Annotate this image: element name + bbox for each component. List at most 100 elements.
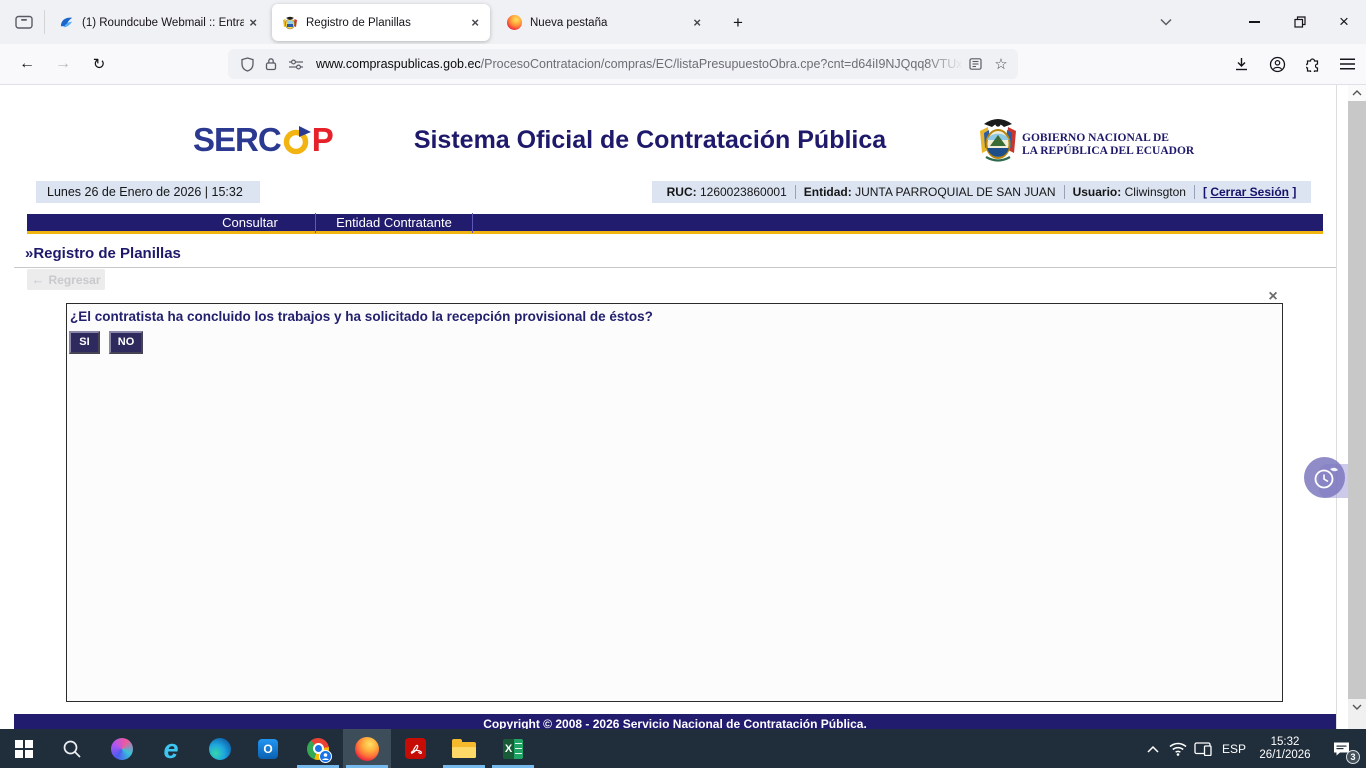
firefox-view-icon xyxy=(15,14,33,30)
menu-button[interactable] xyxy=(1332,49,1362,79)
taskbar-internet-explorer-button[interactable]: e xyxy=(147,729,195,768)
extension-clock-widget[interactable] xyxy=(1304,457,1345,498)
account-button[interactable] xyxy=(1262,49,1292,79)
tab-title: (1) Roundcube Webmail :: Entra xyxy=(82,17,244,29)
internet-explorer-icon: e xyxy=(163,738,178,760)
puzzle-piece-icon xyxy=(1306,57,1321,72)
screen: (1) Roundcube Webmail :: Entra × Registr… xyxy=(0,0,1366,768)
excel-icon: X xyxy=(503,739,523,759)
file-explorer-icon xyxy=(452,740,476,758)
scroll-up-icon xyxy=(1352,90,1362,96)
wifi-icon xyxy=(1168,741,1188,756)
page-scrollbar[interactable] xyxy=(1348,85,1366,729)
taskbar-file-explorer-button[interactable] xyxy=(440,729,488,768)
tab-bar-separator xyxy=(44,10,45,34)
datetime-text: Lunes 26 de Enero de 2026 | 15:32 xyxy=(47,185,243,199)
tab-close-icon[interactable]: × xyxy=(244,15,262,30)
scroll-down-button[interactable] xyxy=(1348,699,1366,715)
scroll-up-button[interactable] xyxy=(1348,85,1366,101)
browser-tab-bar: (1) Roundcube Webmail :: Entra × Registr… xyxy=(0,0,1366,44)
ruc-value: 1260023860001 xyxy=(700,185,787,199)
windows-logo-icon xyxy=(15,740,33,758)
government-logo-text: GOBIERNO NACIONAL DE LA REPÚBLICA DEL EC… xyxy=(1022,132,1194,158)
tray-wifi[interactable] xyxy=(1166,729,1190,768)
reader-view-icon[interactable] xyxy=(964,49,986,79)
nav-item-entidad-contratante[interactable]: Entidad Contratante xyxy=(315,213,473,233)
session-bar: RUC: 1260023860001 Entidad: JUNTA PARROQ… xyxy=(652,181,1311,203)
regresar-label: Regresar xyxy=(48,273,100,287)
page-title: Sistema Oficial de Contratación Pública xyxy=(320,126,980,155)
windows-taskbar: e O X xyxy=(0,729,1366,768)
permissions-icon[interactable] xyxy=(284,49,308,79)
tray-notifications[interactable]: 3 xyxy=(1320,729,1362,768)
left-arrow-icon: ← xyxy=(31,272,44,287)
tab-nueva-pestana[interactable]: Nueva pestaña × xyxy=(496,4,712,41)
yes-button[interactable]: SI xyxy=(69,331,100,354)
url-path: /ProcesoContratacion/compras/EC/listaPre… xyxy=(481,57,973,71)
scroll-down-icon xyxy=(1352,704,1362,710)
account-icon xyxy=(1269,56,1286,73)
tab-roundcube-webmail[interactable]: (1) Roundcube Webmail :: Entra × xyxy=(48,4,268,41)
chrome-icon xyxy=(307,738,329,760)
firefox-view-button[interactable] xyxy=(8,7,40,37)
reload-button[interactable]: ↻ xyxy=(84,49,114,79)
nav-item-consultar[interactable]: Consultar xyxy=(185,213,315,233)
url-bar[interactable]: www.compraspublicas.gob.ec/ProcesoContra… xyxy=(228,49,1018,79)
taskbar-copilot-button[interactable] xyxy=(98,729,146,768)
notification-count-badge: 3 xyxy=(1346,750,1360,764)
close-icon: × xyxy=(1339,12,1349,32)
sercop-logo-o-icon xyxy=(282,126,311,156)
tray-show-hidden-icons[interactable] xyxy=(1142,729,1164,768)
ruc-label: RUC: xyxy=(667,185,697,199)
url-text[interactable]: www.compraspublicas.gob.ec/ProcesoContra… xyxy=(316,49,976,79)
forward-button[interactable]: → xyxy=(48,49,78,79)
shield-icon[interactable] xyxy=(236,49,258,79)
back-regresar-button[interactable]: ← Regresar xyxy=(27,269,105,290)
tab-registro-planillas[interactable]: Registro de Planillas × xyxy=(272,4,490,41)
window-close-button[interactable]: × xyxy=(1322,0,1366,44)
tab-title: Registro de Planillas xyxy=(306,17,466,29)
start-button[interactable] xyxy=(0,729,48,768)
list-all-tabs-button[interactable] xyxy=(1148,0,1184,44)
question-dialog: ¿El contratista ha concluido los trabajo… xyxy=(66,303,1283,702)
firefox-icon xyxy=(355,737,379,761)
tab-title: Nueva pestaña xyxy=(530,17,688,29)
sercop-logo-text-left: SERC xyxy=(193,121,281,159)
back-button[interactable]: ← xyxy=(12,49,42,79)
entity-value: JUNTA PARROQUIAL DE SAN JUAN xyxy=(855,185,1055,199)
acrobat-icon xyxy=(405,738,426,759)
tray-language[interactable]: ESP xyxy=(1216,729,1252,768)
taskbar-excel-button[interactable]: X xyxy=(489,729,537,768)
downloads-button[interactable] xyxy=(1226,49,1256,79)
scrollbar-thumb[interactable] xyxy=(1348,101,1366,699)
taskbar-search-button[interactable] xyxy=(48,729,96,768)
tab-close-icon[interactable]: × xyxy=(466,15,484,30)
tray-phone-link[interactable] xyxy=(1192,729,1214,768)
tray-date: 26/1/2026 xyxy=(1259,749,1310,762)
tab-close-icon[interactable]: × xyxy=(688,15,706,30)
browser-toolbar: ← → ↻ www.compraspublicas.gob.ec/Proceso… xyxy=(0,44,1366,85)
datetime-bar: Lunes 26 de Enero de 2026 | 15:32 xyxy=(36,181,260,203)
bookmark-star-icon[interactable]: ☆ xyxy=(990,49,1012,79)
extensions-button[interactable] xyxy=(1298,49,1328,79)
taskbar-edge-button[interactable] xyxy=(196,729,244,768)
taskbar-chrome-button[interactable] xyxy=(294,729,342,768)
separator xyxy=(1064,185,1065,199)
page-footer: Copyright © 2008 - 2026 Servicio Naciona… xyxy=(14,714,1336,729)
logout-link[interactable]: [ Cerrar Sesión ] xyxy=(1203,185,1296,199)
taskbar-firefox-button[interactable] xyxy=(343,729,391,768)
main-nav-bar: Consultar Entidad Contratante xyxy=(27,214,1323,234)
tray-clock[interactable]: 15:32 26/1/2026 xyxy=(1252,729,1318,768)
window-minimize-button[interactable] xyxy=(1232,0,1276,44)
window-restore-button[interactable] xyxy=(1278,0,1322,44)
user-label: Usuario: xyxy=(1073,185,1122,199)
url-domain: www.compraspublicas.gob.ec xyxy=(316,57,481,71)
new-tab-button[interactable]: + xyxy=(724,9,752,37)
taskbar-acrobat-button[interactable] xyxy=(391,729,439,768)
taskbar-outlook-button[interactable]: O xyxy=(244,729,292,768)
ecuador-coat-of-arms xyxy=(976,115,1020,165)
no-button[interactable]: NO xyxy=(109,331,143,354)
lock-icon[interactable] xyxy=(260,49,282,79)
sercop-logo: SERCP xyxy=(193,121,333,159)
gov-line1: GOBIERNO NACIONAL DE xyxy=(1022,132,1194,145)
